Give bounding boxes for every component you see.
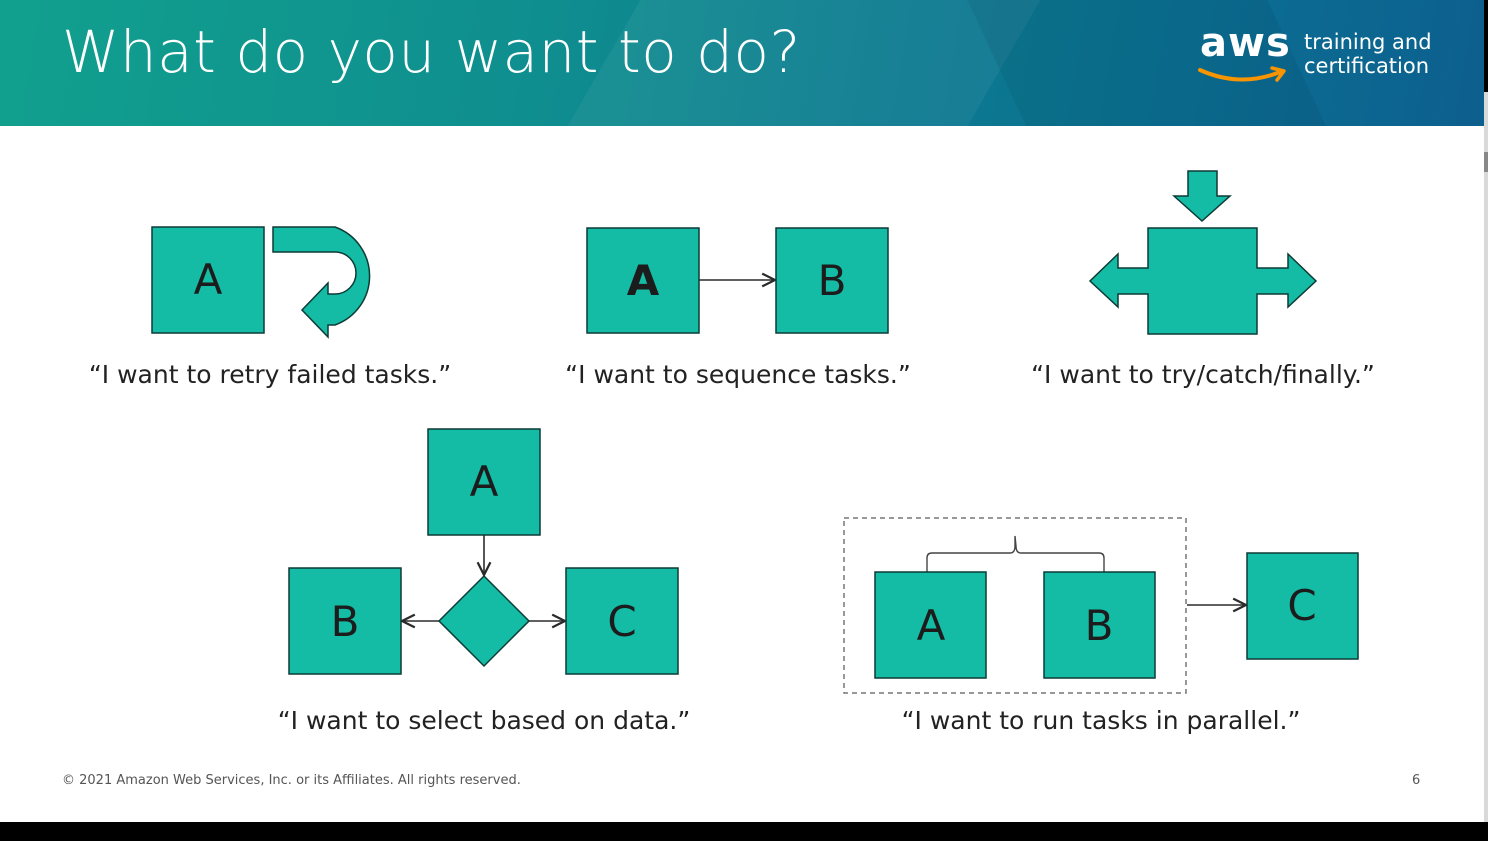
choice-box-b-label: B bbox=[331, 597, 360, 646]
parallel-caption: “I want to run tasks in parallel.” bbox=[901, 706, 1301, 735]
bottom-bar bbox=[0, 822, 1488, 841]
parallel-box-b-label: B bbox=[1085, 601, 1114, 650]
retry-pattern: A bbox=[151, 226, 371, 339]
try-catch-arrows-icon bbox=[1088, 227, 1318, 335]
retry-caption: “I want to retry failed tasks.” bbox=[88, 360, 452, 389]
sequence-caption: “I want to sequence tasks.” bbox=[565, 360, 911, 389]
scrollbar-thumb[interactable] bbox=[1484, 152, 1488, 172]
parallel-pattern: A B C bbox=[843, 517, 1359, 694]
choice-caption: “I want to select based on data.” bbox=[277, 706, 691, 735]
copyright-footer: © 2021 Amazon Web Services, Inc. or its … bbox=[62, 773, 521, 788]
choice-box-c-label: C bbox=[607, 597, 636, 646]
sequence-box-b-label: B bbox=[818, 256, 847, 305]
retry-arrow-icon bbox=[272, 226, 371, 339]
parallel-brace-icon bbox=[926, 535, 1105, 574]
try-input-arrow-icon bbox=[1172, 170, 1232, 223]
choice-box-a-label: A bbox=[470, 457, 499, 506]
try-catch-caption: “I want to try/catch/finally.” bbox=[1031, 360, 1375, 389]
scrollbar[interactable] bbox=[1484, 92, 1488, 822]
choice-diamond-icon bbox=[437, 574, 531, 668]
sequence-pattern: A B bbox=[586, 227, 889, 334]
slide: What do you want to do? aws training and… bbox=[0, 0, 1484, 822]
parallel-box-a-label: A bbox=[917, 601, 946, 650]
choice-pattern: A B C bbox=[288, 428, 679, 675]
retry-box-label: A bbox=[194, 255, 223, 304]
page-number: 6 bbox=[1412, 773, 1421, 788]
try-catch-pattern bbox=[1088, 170, 1318, 335]
sequence-box-a-label: A bbox=[627, 256, 660, 305]
parallel-box-c-label: C bbox=[1287, 581, 1316, 630]
patterns-diagram: A A B A B C A B C bbox=[151, 170, 1359, 694]
